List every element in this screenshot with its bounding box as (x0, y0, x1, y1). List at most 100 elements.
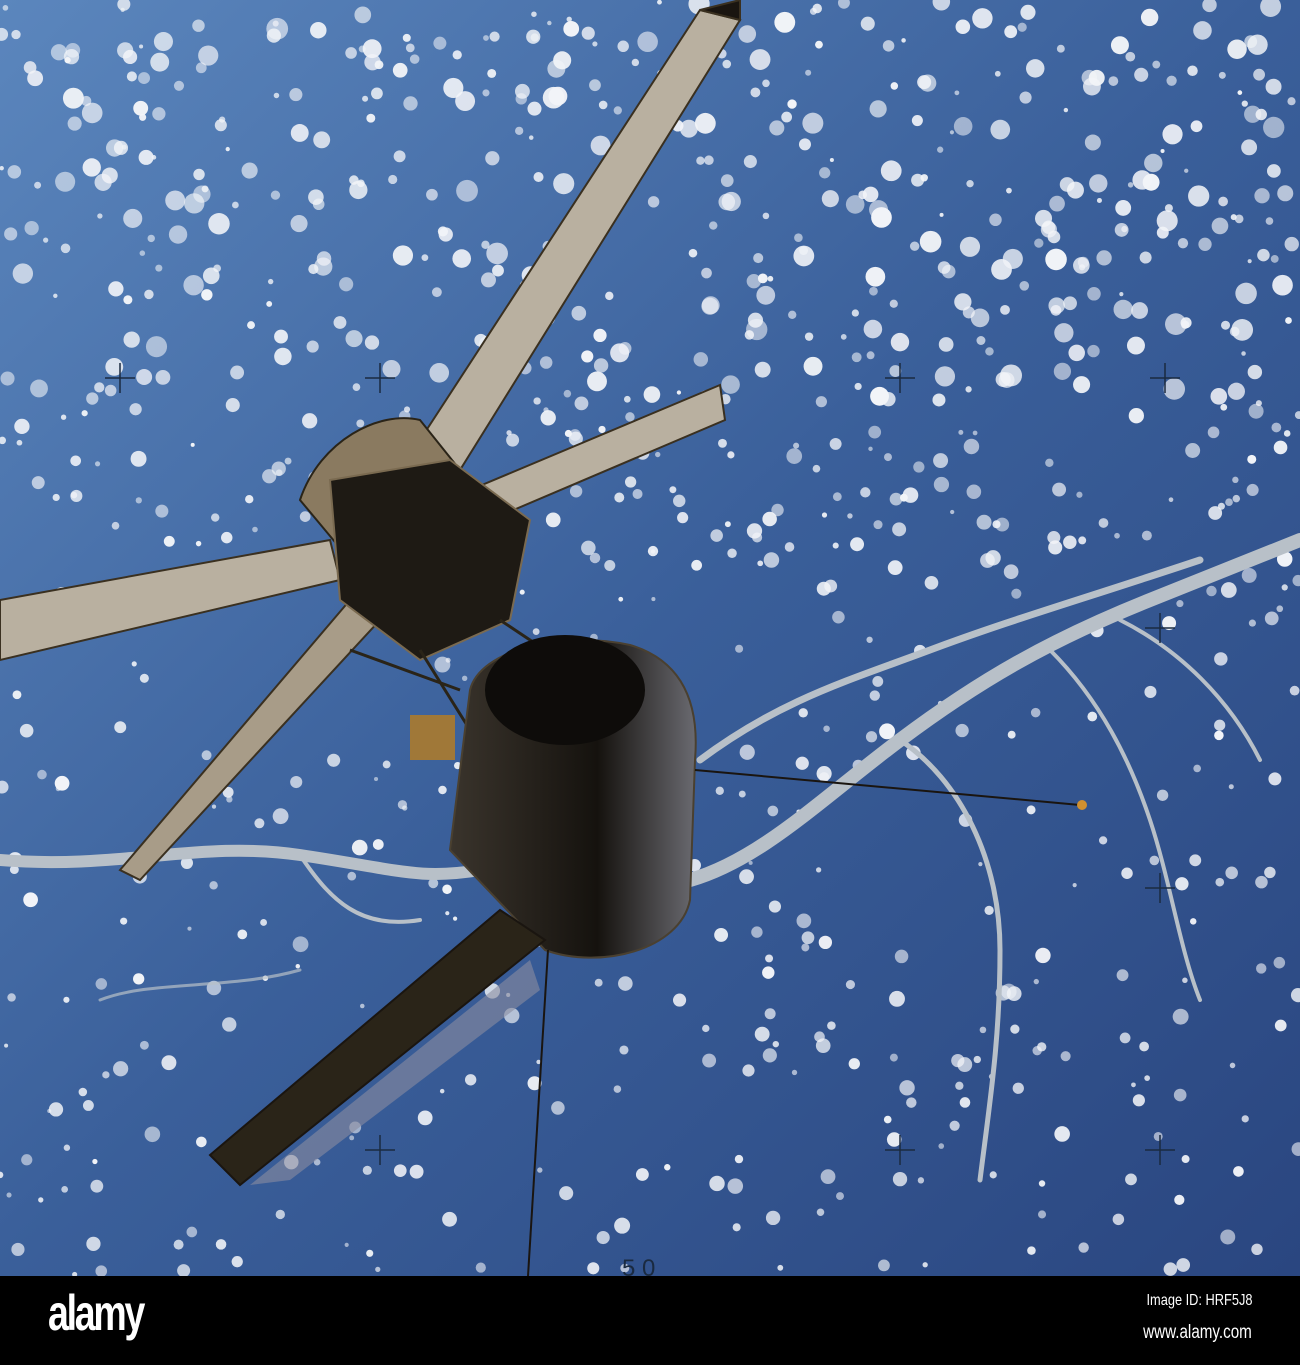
cloud (1096, 197, 1102, 203)
cloud (347, 871, 357, 881)
cloud (976, 514, 992, 530)
cloud (382, 359, 401, 378)
cloud (722, 59, 732, 69)
cloud (1265, 217, 1274, 225)
cloud (1087, 711, 1098, 722)
cloud (815, 40, 823, 49)
cloud (880, 160, 902, 182)
cloud (721, 191, 741, 212)
cloud (1063, 107, 1069, 113)
cloud (452, 916, 458, 921)
cloud (1078, 264, 1086, 271)
cloud (43, 237, 49, 243)
cloud (991, 259, 1012, 280)
cloud (890, 82, 899, 90)
cloud (531, 11, 537, 17)
cloud (339, 277, 354, 292)
cloud (1144, 153, 1163, 173)
cloud (1184, 168, 1189, 173)
gold-panel (410, 715, 455, 760)
cloud (851, 309, 859, 317)
cloud (1229, 326, 1240, 337)
cloud (1087, 344, 1100, 358)
cloud (889, 990, 905, 1007)
cloud (78, 1087, 88, 1097)
cloud (452, 249, 472, 268)
cloud (720, 174, 734, 187)
cloud (1229, 1062, 1236, 1069)
cloud (884, 453, 892, 462)
cloud (635, 1168, 649, 1181)
cloud (0, 371, 15, 386)
cloud (23, 61, 37, 74)
cloud (1140, 8, 1159, 27)
cloud (1068, 344, 1085, 362)
cloud (869, 100, 887, 118)
cloud (1185, 443, 1201, 458)
cloud (727, 451, 735, 459)
cloud (1078, 1242, 1089, 1253)
cloud (688, 248, 698, 258)
cloud (762, 79, 770, 88)
cloud (138, 72, 150, 85)
cloud (798, 138, 811, 151)
cloud (727, 1178, 744, 1194)
cloud (82, 158, 101, 177)
cloud (933, 453, 949, 469)
cloud (955, 723, 969, 738)
cloud (571, 305, 587, 321)
cloud (165, 190, 186, 211)
cloud (569, 485, 583, 498)
cloud (292, 936, 309, 953)
cloud (1096, 250, 1112, 266)
cloud (1177, 238, 1189, 249)
cloud (757, 560, 764, 567)
cloud (774, 11, 796, 33)
cloud (402, 33, 411, 42)
cloud (793, 442, 800, 449)
cloud (70, 489, 83, 502)
cloud (1060, 1051, 1071, 1062)
cloud (563, 20, 580, 37)
cloud (860, 487, 871, 498)
cloud (1003, 564, 1019, 580)
cloud (144, 289, 154, 300)
cloud (61, 1185, 69, 1193)
image-id: Image ID: HRF5J8 (1146, 1292, 1252, 1309)
cloud (252, 526, 258, 533)
cloud (266, 28, 282, 43)
cloud (701, 297, 719, 315)
cloud (815, 867, 822, 873)
cloud (892, 1171, 908, 1187)
cloud (247, 321, 255, 330)
cloud (709, 1175, 725, 1192)
cloud (47, 1108, 52, 1114)
cloud (86, 1236, 101, 1251)
cloud (924, 576, 939, 590)
cloud (193, 168, 205, 181)
cloud (1011, 588, 1022, 599)
cloud (63, 1144, 71, 1151)
cloud (1141, 530, 1152, 541)
cloud (183, 275, 204, 296)
cloud (955, 1081, 964, 1090)
cloud (1115, 200, 1132, 216)
cloud (60, 243, 71, 254)
cloud (873, 520, 883, 530)
cloud (1166, 75, 1177, 86)
cloud (211, 513, 220, 522)
cloud (1045, 458, 1054, 468)
cloud (483, 35, 489, 41)
cloud (81, 410, 88, 417)
cloud (136, 368, 153, 385)
cloud (528, 135, 534, 140)
cloud (798, 708, 808, 718)
cloud (54, 775, 70, 791)
cloud (266, 300, 273, 307)
cloud (1274, 1019, 1287, 1032)
cloud (805, 69, 812, 76)
cloud (19, 723, 34, 738)
cloud (1098, 836, 1108, 845)
cloud (272, 20, 279, 27)
cloud (1248, 619, 1256, 627)
